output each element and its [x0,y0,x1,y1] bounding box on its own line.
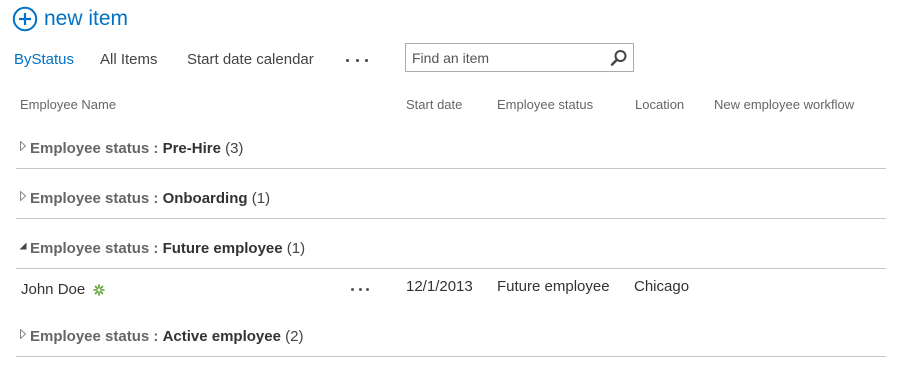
group-header-pre-hire: Employee status : Pre-Hire (3) [16,133,886,169]
group-divider [16,218,886,219]
start-date-cell: 12/1/2013 [406,278,473,295]
group-field-name: Employee status [30,140,150,157]
view-tab-bystatus[interactable]: ByStatus [14,50,74,70]
column-header-employee-status[interactable]: Employee status [497,96,593,114]
group-divider [16,356,886,357]
group-separator: : [153,140,159,157]
view-tab-all-items[interactable]: All Items [100,50,158,70]
new-item-label: new item [44,7,129,30]
group-label[interactable]: Employee status : Future employee (1) [30,239,305,259]
group-label[interactable]: Employee status : Active employee (2) [30,327,303,347]
group-value: Active employee [162,328,281,345]
more-views-ellipsis-icon[interactable] [346,50,368,70]
group-count: (2) [285,328,304,345]
employee-name-cell: John Doe [21,280,106,300]
group-value: Pre-Hire [162,140,221,157]
employee-status-cell: Future employee [497,278,610,295]
expand-arrow-icon[interactable] [18,329,28,339]
group-separator: : [153,240,159,257]
group-count: (1) [286,240,306,257]
location-cell: Chicago [634,278,690,295]
table-row: John Doe 12/1/2013 Future employee Chica… [0,270,898,310]
group-divider [16,168,886,169]
column-header-new-employee-workflow[interactable]: New employee workflow [714,96,854,114]
group-count: (1) [251,190,271,207]
group-label[interactable]: Employee status : Pre-Hire (3) [30,139,243,159]
group-header-active-employee: Employee status : Active employee (2) [16,321,886,357]
group-value: Future employee [162,240,283,257]
group-divider [16,268,886,269]
new-item-badge-icon [93,284,106,296]
group-separator: : [153,328,159,345]
view-tab-start-date-calendar[interactable]: Start date calendar [187,50,314,70]
column-header-employee-name[interactable]: Employee Name [20,96,116,114]
group-separator: : [153,190,159,207]
new-item-button[interactable]: new item [12,4,128,34]
column-header-location[interactable]: Location [635,96,684,114]
group-field-name: Employee status [30,190,150,207]
group-label[interactable]: Employee status : Onboarding (1) [30,189,270,209]
search-button[interactable] [609,48,629,68]
group-field-name: Employee status [30,240,150,257]
group-header-onboarding: Employee status : Onboarding (1) [16,183,886,219]
expand-arrow-icon[interactable] [18,141,28,151]
search-box [405,43,634,72]
expand-arrow-icon[interactable] [18,191,28,201]
search-input[interactable] [406,44,602,71]
group-value: Onboarding [162,190,248,207]
group-field-name: Employee status [30,328,150,345]
group-count: (3) [225,140,244,157]
add-circle-icon [12,6,38,32]
collapse-arrow-icon[interactable] [18,241,28,251]
column-header-start-date[interactable]: Start date [406,96,462,114]
item-actions-ellipsis-icon[interactable] [351,284,369,294]
employee-name-link[interactable]: John Doe [21,281,85,298]
search-icon [610,50,627,66]
group-header-future-employee: Employee status : Future employee (1) [16,233,886,269]
